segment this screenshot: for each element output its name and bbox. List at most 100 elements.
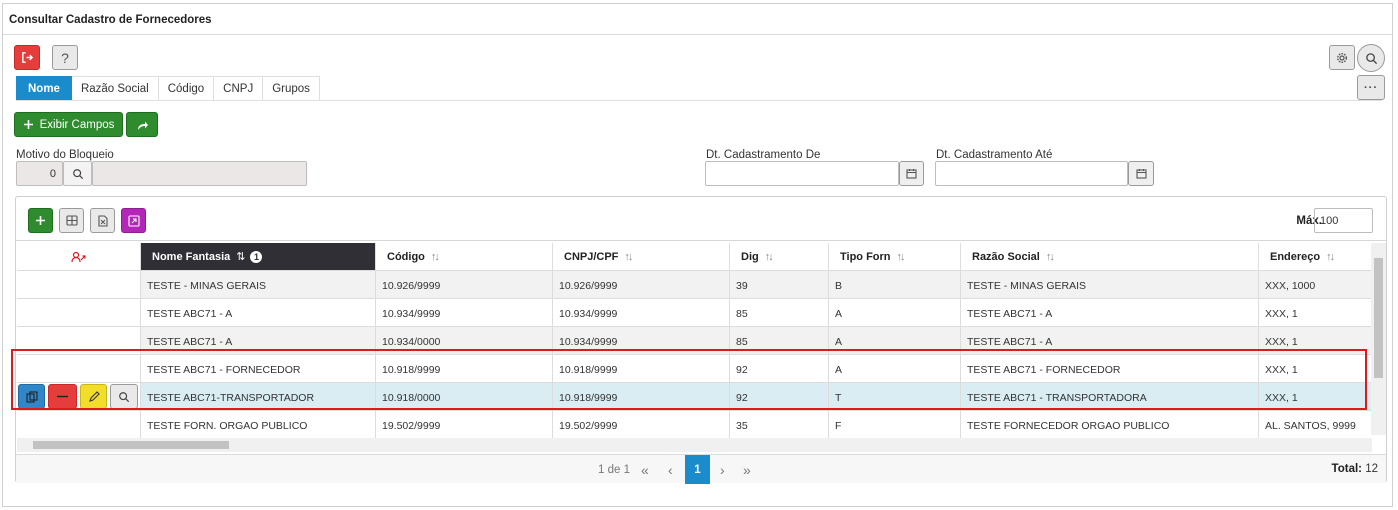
total-label: Total: bbox=[1331, 463, 1362, 475]
gear-icon bbox=[1336, 52, 1348, 63]
cell-tipo-forn: A bbox=[829, 298, 961, 326]
exit-button[interactable] bbox=[14, 45, 40, 70]
motivo-code-value: 0 bbox=[49, 168, 56, 180]
cell-endereco: XXX, 1 bbox=[1259, 382, 1371, 410]
current-page-button[interactable]: 1 bbox=[685, 455, 710, 484]
column-header-razao-social[interactable]: Razão Social ↑↓ bbox=[961, 243, 1259, 270]
dt-de-input[interactable] bbox=[705, 161, 899, 186]
column-label: Nome Fantasia bbox=[152, 250, 231, 263]
pencil-icon bbox=[88, 390, 100, 402]
sort-icon: ↑↓ bbox=[896, 250, 906, 263]
cell-endereco: XXX, 1000 bbox=[1259, 270, 1371, 298]
cell-codigo: 19.502/9999 bbox=[376, 410, 553, 438]
cell-tipo-forn: B bbox=[829, 270, 961, 298]
show-fields-button[interactable]: Exibir Campos bbox=[14, 112, 123, 137]
delete-button[interactable] bbox=[48, 384, 77, 409]
grid-toolbar-divider bbox=[16, 240, 1386, 241]
cell-nome-fantasia: TESTE ABC71 - A bbox=[141, 326, 376, 354]
add-button[interactable] bbox=[28, 208, 53, 233]
tab-razao-social[interactable]: Razão Social bbox=[71, 76, 159, 101]
show-fields-label: Exibir Campos bbox=[39, 118, 115, 131]
vertical-scrollbar[interactable] bbox=[1371, 243, 1386, 435]
cell-razao-social: TESTE - MINAS GERAIS bbox=[961, 270, 1259, 298]
vertical-scroll-thumb[interactable] bbox=[1374, 258, 1383, 378]
column-header-cnpj-cpf[interactable]: CNPJ/CPF ↑↓ bbox=[553, 243, 730, 270]
share-icon bbox=[137, 121, 148, 130]
cell-cnpj-cpf: 10.918/9999 bbox=[553, 382, 730, 410]
tab-codigo[interactable]: Código bbox=[158, 76, 215, 101]
first-page-button[interactable]: « bbox=[641, 455, 649, 484]
sort-icon: ↑↓ bbox=[1045, 250, 1055, 263]
excel-export-button[interactable] bbox=[90, 208, 115, 233]
tab-grupos[interactable]: Grupos bbox=[263, 76, 320, 101]
edit-button[interactable] bbox=[80, 384, 107, 409]
page-info: 1 de 1 bbox=[598, 463, 630, 476]
exit-icon bbox=[21, 52, 33, 63]
search-toggle-button[interactable] bbox=[1357, 44, 1385, 72]
next-page-button[interactable]: › bbox=[720, 455, 725, 484]
settings-button[interactable] bbox=[1329, 45, 1355, 70]
sort-icon: ↑↓ bbox=[624, 250, 633, 263]
row-actions-cell bbox=[17, 410, 141, 438]
row-actions-cell bbox=[17, 270, 141, 298]
cell-endereco: XXX, 1 bbox=[1259, 354, 1371, 382]
cell-nome-fantasia: TESTE ABC71 - FORNECEDOR bbox=[141, 354, 376, 382]
dt-ate-input[interactable] bbox=[935, 161, 1128, 186]
sort-icon: ⇅ bbox=[236, 251, 245, 263]
total-value: 12 bbox=[1365, 463, 1378, 475]
column-label: CNPJ/CPF bbox=[564, 250, 619, 263]
dt-de-calendar-button[interactable] bbox=[899, 161, 924, 186]
tab-cnpj[interactable]: CNPJ bbox=[214, 76, 264, 101]
column-header-codigo[interactable]: Código ↑↓ bbox=[376, 243, 553, 270]
column-header-nome-fantasia[interactable]: Nome Fantasia ⇅ 1 bbox=[141, 243, 376, 270]
column-header-endereco[interactable]: Endereço ↑↓ bbox=[1259, 243, 1371, 270]
calendar-icon bbox=[1135, 169, 1147, 179]
cell-cnpj-cpf: 10.918/9999 bbox=[553, 354, 730, 382]
prev-page-button[interactable]: ‹ bbox=[668, 455, 673, 484]
grid-layout-button[interactable] bbox=[59, 208, 84, 233]
cell-tipo-forn: F bbox=[829, 410, 961, 438]
pagination: 1 de 1 « ‹ 1 › » Total: 12 bbox=[16, 454, 1386, 484]
cell-cnpj-cpf: 10.926/9999 bbox=[553, 270, 730, 298]
dt-ate-label: Dt. Cadastramento Até bbox=[936, 149, 1053, 161]
cell-razao-social: TESTE FORNECEDOR ORGAO PUBLICO bbox=[961, 410, 1259, 438]
plus-icon bbox=[36, 216, 45, 225]
window: Consultar Cadastro de Fornecedores ? ···… bbox=[2, 3, 1393, 507]
sort-order-badge: 1 bbox=[250, 250, 263, 263]
search-icon bbox=[1365, 52, 1377, 64]
column-label: Endereço bbox=[1270, 250, 1321, 263]
more-button[interactable]: ··· bbox=[1357, 75, 1385, 100]
help-label: ? bbox=[61, 49, 69, 66]
help-button[interactable]: ? bbox=[52, 45, 78, 70]
column-label: Dig bbox=[741, 250, 759, 263]
copy-button[interactable] bbox=[18, 384, 45, 409]
horizontal-scroll-thumb[interactable] bbox=[33, 441, 229, 449]
column-header-actions[interactable] bbox=[17, 243, 141, 270]
dt-ate-calendar-button[interactable] bbox=[1128, 161, 1154, 186]
last-page-button[interactable]: » bbox=[743, 455, 751, 484]
column-header-tipo-forn[interactable]: Tipo Forn ↑↓ bbox=[829, 243, 961, 270]
motivo-description-field bbox=[92, 161, 307, 186]
cell-cnpj-cpf: 10.934/9999 bbox=[553, 298, 730, 326]
expand-button[interactable] bbox=[121, 208, 146, 233]
search-icon bbox=[119, 391, 130, 402]
motivo-code-input[interactable]: 0 bbox=[16, 161, 63, 186]
view-button[interactable] bbox=[110, 384, 138, 409]
user-link-icon bbox=[70, 251, 86, 262]
column-header-dig[interactable]: Dig ↑↓ bbox=[730, 243, 829, 270]
window-title: Consultar Cadastro de Fornecedores bbox=[3, 4, 1392, 35]
search-tabs: Nome Razão Social Código CNPJ Grupos bbox=[16, 76, 320, 101]
cell-endereco: XXX, 1 bbox=[1259, 326, 1371, 354]
motivo-label: Motivo do Bloqueio bbox=[16, 149, 114, 161]
dt-de-label: Dt. Cadastramento De bbox=[706, 149, 821, 161]
more-label: ··· bbox=[1364, 81, 1378, 94]
max-input[interactable]: 100 bbox=[1314, 208, 1373, 233]
cell-cnpj-cpf: 19.502/9999 bbox=[553, 410, 730, 438]
horizontal-scrollbar[interactable] bbox=[17, 438, 1372, 452]
motivo-search-button[interactable] bbox=[63, 161, 92, 186]
share-button[interactable] bbox=[126, 112, 158, 137]
cell-tipo-forn: A bbox=[829, 326, 961, 354]
cell-nome-fantasia: TESTE FORN. ORGAO PUBLICO bbox=[141, 410, 376, 438]
row-actions-cell bbox=[17, 326, 141, 354]
tab-nome[interactable]: Nome bbox=[16, 76, 72, 101]
